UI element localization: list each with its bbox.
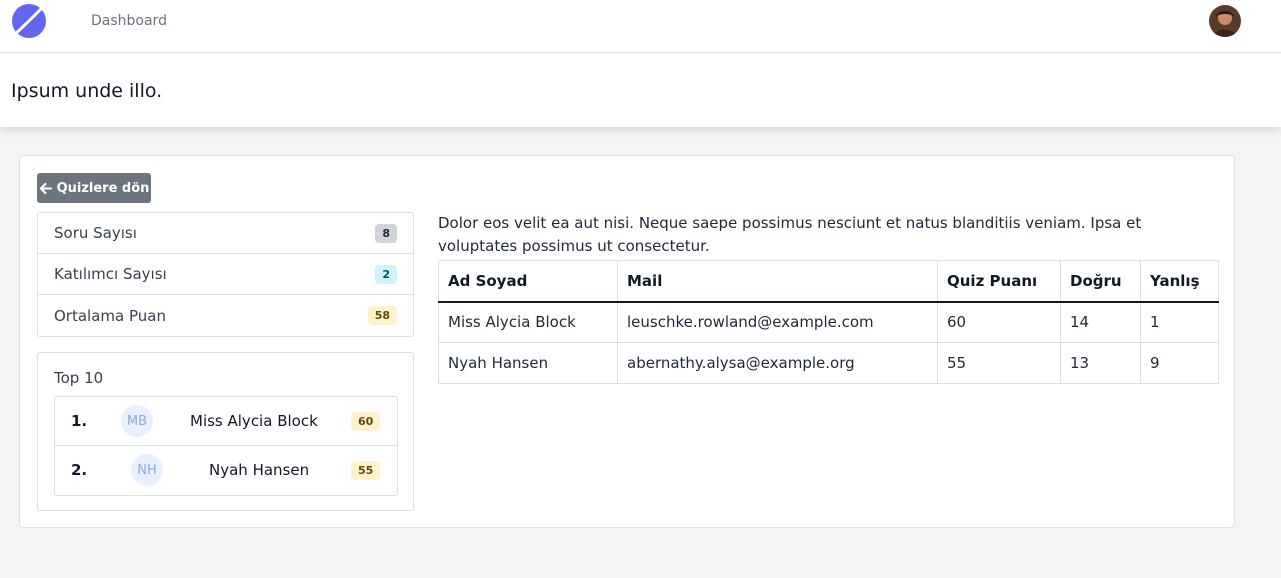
table-cell: Nyah Hansen bbox=[438, 342, 618, 384]
table-cell: abernathy.alysa@example.org bbox=[617, 342, 938, 384]
column-header: Quiz Puanı bbox=[937, 260, 1061, 303]
stat-question-count: Soru Sayısı 8 bbox=[38, 213, 413, 254]
rank-number: 1. bbox=[71, 412, 88, 430]
score-badge: 55 bbox=[351, 461, 381, 480]
stat-label: Ortalama Puan bbox=[54, 306, 166, 325]
score-badge: 60 bbox=[351, 412, 381, 431]
list-item: 2. NH Nyah Hansen 55 bbox=[55, 446, 397, 495]
top10-panel: Top 10 1. MB Miss Alycia Block 60 2. NH … bbox=[37, 352, 414, 511]
back-to-quizzes-button[interactable]: Quizlere dön bbox=[37, 173, 151, 203]
arrow-left-icon bbox=[39, 182, 52, 194]
avatar: MB bbox=[121, 405, 153, 437]
column-header: Mail bbox=[617, 260, 938, 303]
list-item: 1. MB Miss Alycia Block 60 bbox=[55, 397, 397, 446]
top10-title: Top 10 bbox=[54, 369, 104, 387]
table-header-row: Ad Soyad Mail Quiz Puanı Doğru Yanlış bbox=[438, 260, 1219, 303]
page-header: Ipsum unde illo. bbox=[0, 54, 1281, 127]
table-cell: 1 bbox=[1140, 301, 1219, 343]
table-cell: leuschke.rowland@example.com bbox=[617, 301, 938, 343]
table-cell: 60 bbox=[937, 301, 1061, 343]
results-table: Ad Soyad Mail Quiz Puanı Doğru Yanlış Mi… bbox=[438, 260, 1219, 384]
top-navbar: Dashboard bbox=[0, 0, 1281, 53]
table-cell: 13 bbox=[1060, 342, 1141, 384]
nav-link-dashboard[interactable]: Dashboard bbox=[91, 13, 167, 29]
table-cell: 14 bbox=[1060, 301, 1141, 343]
table-cell: 55 bbox=[937, 342, 1061, 384]
stat-badge: 8 bbox=[375, 223, 397, 243]
table-cell: 9 bbox=[1140, 342, 1219, 384]
column-header: Yanlış bbox=[1140, 260, 1219, 303]
column-header: Doğru bbox=[1060, 260, 1141, 303]
stat-badge: 2 bbox=[375, 264, 397, 284]
stat-badge: 58 bbox=[367, 306, 397, 325]
table-row: Nyah Hansen abernathy.alysa@example.org … bbox=[438, 342, 1219, 384]
quiz-stats-list: Soru Sayısı 8 Katılımcı Sayısı 2 Ortalam… bbox=[37, 212, 414, 337]
rank-number: 2. bbox=[71, 461, 88, 479]
planet-logo-icon[interactable] bbox=[11, 3, 47, 39]
avatar: NH bbox=[131, 454, 163, 486]
table-row: Miss Alycia Block leuschke.rowland@examp… bbox=[438, 301, 1219, 343]
quiz-detail-card: Quizlere dön Soru Sayısı 8 Katılımcı Say… bbox=[19, 155, 1235, 528]
back-button-label: Quizlere dön bbox=[56, 180, 150, 196]
page-title: Ipsum unde illo. bbox=[11, 80, 163, 102]
top10-list: 1. MB Miss Alycia Block 60 2. NH Nyah Ha… bbox=[54, 396, 398, 496]
user-avatar-icon[interactable] bbox=[1209, 5, 1241, 37]
stat-average-score: Ortalama Puan 58 bbox=[38, 295, 413, 336]
participant-name: Nyah Hansen bbox=[209, 461, 310, 479]
table-cell: Miss Alycia Block bbox=[438, 301, 618, 343]
stat-label: Soru Sayısı bbox=[54, 224, 137, 242]
stat-participant-count: Katılımcı Sayısı 2 bbox=[38, 254, 413, 295]
column-header: Ad Soyad bbox=[438, 260, 618, 303]
stat-label: Katılımcı Sayısı bbox=[54, 265, 167, 283]
quiz-description: Dolor eos velit ea aut nisi. Neque saepe… bbox=[438, 214, 1142, 255]
participant-name: Miss Alycia Block bbox=[190, 412, 318, 430]
